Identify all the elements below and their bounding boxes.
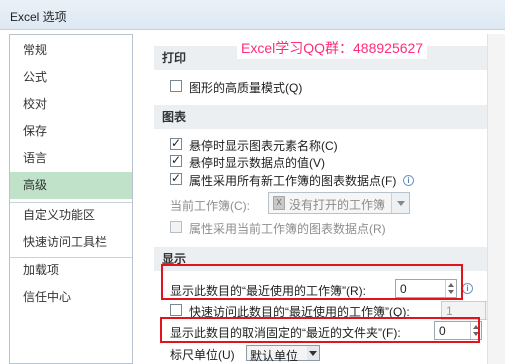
- section-header-chart: 图表: [154, 105, 499, 129]
- title-bar: Excel 选项: [0, 0, 505, 30]
- show-chart-element-names-checkbox[interactable]: [170, 136, 182, 150]
- props-follow-all-workbooks-checkbox[interactable]: [170, 171, 182, 185]
- spin-up-icon[interactable]: [473, 325, 479, 329]
- high-quality-graphics-checkbox[interactable]: [170, 80, 182, 92]
- show-data-point-values-label: 悬停时显示数据点的值(V): [189, 156, 325, 170]
- ruler-units-label: 标尺单位(U): [170, 348, 235, 362]
- unpinned-folders-spinner[interactable]: 0: [434, 321, 482, 340]
- ruler-units-dropdown[interactable]: 默认单位: [246, 345, 320, 363]
- sidebar-item-quick-access-toolbar[interactable]: 快速访问工具栏: [10, 229, 132, 256]
- sidebar-item-language[interactable]: 语言: [10, 145, 132, 172]
- sidebar-item-general[interactable]: 常规: [10, 37, 132, 64]
- show-data-point-values-checkbox[interactable]: [170, 153, 182, 167]
- info-icon: i: [403, 175, 414, 186]
- quick-access-recent-value: 1: [446, 304, 453, 318]
- props-follow-current-checkbox[interactable]: [170, 221, 182, 233]
- excel-file-icon: X: [273, 196, 285, 210]
- options-content: 打印 图形的高质量模式(Q) 图表 悬停时显示图表元素名称(C) 悬停时显示数据…: [144, 34, 505, 364]
- spin-up-icon[interactable]: [448, 283, 454, 287]
- props-follow-all-workbooks-label: 属性采用所有新工作簿的图表数据点(F): [189, 174, 397, 188]
- watermark-text: Excel学习QQ群：488925627: [237, 37, 428, 59]
- recent-workbooks-label: 显示此数目的“最近使用的工作簿”(R):: [170, 284, 366, 298]
- recent-workbooks-value: 0: [400, 282, 407, 296]
- sidebar-item-add-ins[interactable]: 加载项: [10, 257, 132, 284]
- window-title: Excel 选项: [10, 10, 67, 24]
- unpinned-folders-value: 0: [439, 324, 446, 338]
- sidebar-item-advanced[interactable]: 高级: [10, 172, 132, 199]
- sidebar-item-customize-ribbon[interactable]: 自定义功能区: [10, 202, 132, 229]
- spinner-buttons[interactable]: [445, 280, 456, 297]
- ruler-units-value: 默认单位: [250, 349, 299, 363]
- spinner-buttons[interactable]: [470, 322, 481, 339]
- quick-access-recent-label: 快速访问此数目的“最近使用的工作簿”(Q):: [189, 305, 410, 319]
- chevron-down-icon[interactable]: [307, 346, 319, 360]
- sidebar-item-formulas[interactable]: 公式: [10, 64, 132, 91]
- current-workbook-value: 没有打开的工作簿: [289, 198, 386, 212]
- current-workbook-label: 当前工作簿(C):: [170, 199, 250, 213]
- info-icon: i: [462, 283, 473, 294]
- chevron-down-icon[interactable]: [391, 193, 409, 213]
- unpinned-folders-label: 显示此数目的取消固定的“最近的文件夹”(F):: [170, 326, 401, 340]
- spin-down-icon[interactable]: [448, 290, 454, 294]
- spin-down-icon[interactable]: [473, 332, 479, 336]
- sidebar-item-save[interactable]: 保存: [10, 118, 132, 145]
- recent-workbooks-spinner[interactable]: 0: [395, 279, 457, 298]
- high-quality-graphics-label: 图形的高质量模式(Q): [189, 81, 303, 95]
- options-sidebar: 常规 公式 校对 保存 语言 高级 自定义功能区 快速访问工具栏 加载项 信任中…: [9, 34, 133, 364]
- current-workbook-combo[interactable]: X 没有打开的工作簿: [268, 192, 410, 214]
- vertical-scrollbar[interactable]: [487, 34, 505, 364]
- section-header-display: 显示: [154, 247, 499, 271]
- show-chart-element-names-label: 悬停时显示图表元素名称(C): [189, 139, 338, 153]
- quick-access-recent-checkbox[interactable]: [170, 304, 182, 316]
- sidebar-item-trust-center[interactable]: 信任中心: [10, 284, 132, 311]
- sidebar-item-proofing[interactable]: 校对: [10, 91, 132, 118]
- props-follow-current-label: 属性采用当前工作簿的图表数据点(R): [189, 222, 386, 236]
